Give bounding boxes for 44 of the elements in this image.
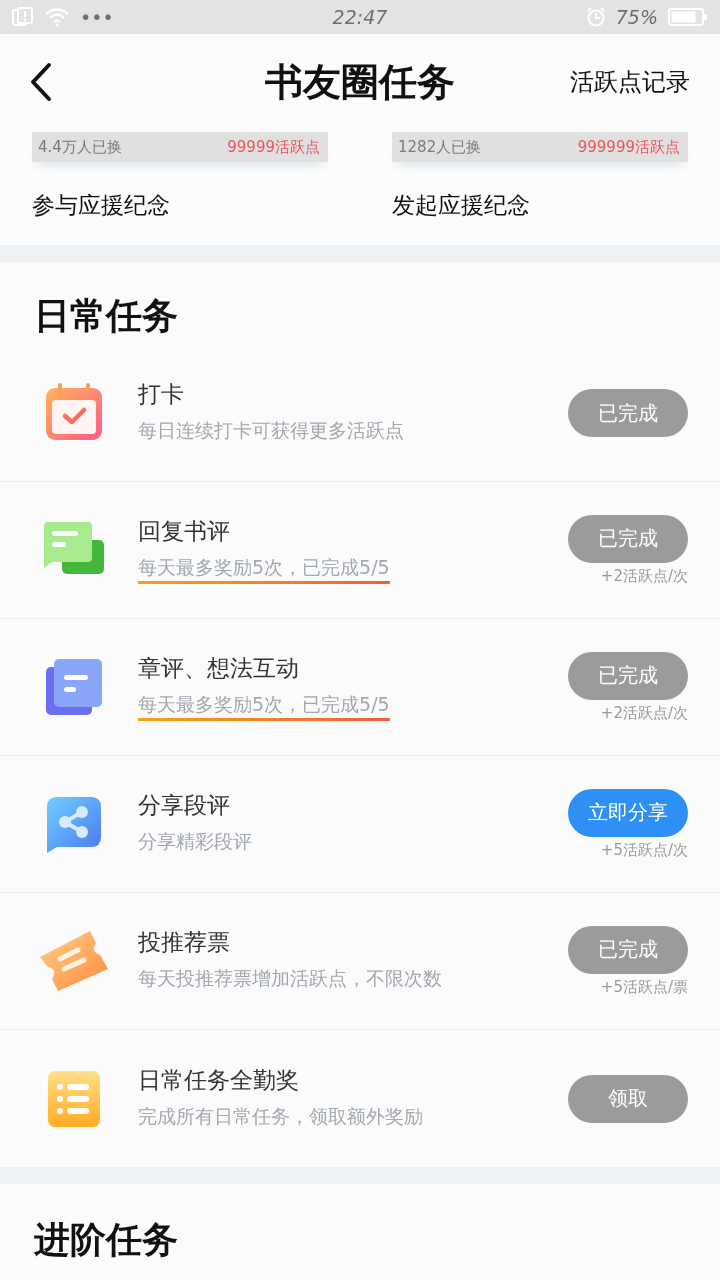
reward-text: +5活跃点/次 xyxy=(600,840,688,860)
task-description: 每日连续打卡可获得更多活跃点 xyxy=(138,418,404,443)
reward-text: +2活跃点/次 xyxy=(600,703,688,723)
task-button[interactable]: 已完成 xyxy=(568,651,688,700)
status-time: 22:47 xyxy=(332,6,388,28)
badge-name[interactable]: 发起应援纪念 xyxy=(392,190,688,221)
list-icon xyxy=(47,1069,101,1128)
activity-record-link[interactable]: 活跃点记录 xyxy=(570,66,690,98)
back-button[interactable] xyxy=(28,62,54,102)
badge-name[interactable]: 参与应援纪念 xyxy=(32,190,328,221)
battery-percent: 75% xyxy=(615,6,658,28)
task-description: 每天最多奖励5次，已完成5/5 xyxy=(138,555,390,584)
task-description: 每天最多奖励5次，已完成5/5 xyxy=(138,692,390,721)
badge-price: 99999活跃点 xyxy=(227,137,320,157)
task-button[interactable]: 已完成 xyxy=(568,514,688,563)
exchange-count: 4.4万人已换 xyxy=(38,137,122,157)
badge-price: 999999活跃点 xyxy=(577,137,680,157)
task-description: 完成所有日常任务，领取额外奖励 xyxy=(138,1103,423,1129)
task-description: 分享精彩段评 xyxy=(138,829,252,854)
alarm-icon xyxy=(585,7,606,27)
task-title: 回复书评 xyxy=(138,517,231,546)
task-button[interactable]: 立即分享 xyxy=(568,788,688,837)
reward-text: +2活跃点/次 xyxy=(600,566,688,586)
task-title: 章评、想法互动 xyxy=(138,654,300,683)
page-title: 书友圈任务 xyxy=(265,57,455,106)
share-icon xyxy=(45,795,103,853)
task-button[interactable]: 已完成 xyxy=(568,925,688,974)
section-title: 进阶任务 xyxy=(32,1217,179,1262)
task-button[interactable]: 领取 xyxy=(568,1074,688,1123)
task-title: 打卡 xyxy=(138,380,185,409)
section-title: 日常任务 xyxy=(33,293,179,338)
task-title: 投推荐票 xyxy=(138,928,231,957)
documents-icon xyxy=(44,657,104,717)
task-button[interactable]: 已完成 xyxy=(568,389,688,437)
status-dots: ••• xyxy=(80,6,114,28)
task-title: 分享段评 xyxy=(138,791,231,820)
reward-text: +5活跃点/票 xyxy=(600,977,688,997)
ticket-icon xyxy=(38,929,110,993)
exchange-count: 1282人已换 xyxy=(398,137,482,157)
wifi-icon xyxy=(44,7,70,27)
task-description: 每天投推荐票增加活跃点，不限次数 xyxy=(138,966,442,991)
task-title: 日常任务全勤奖 xyxy=(138,1065,300,1095)
battery-icon xyxy=(668,7,708,27)
notification-icon xyxy=(12,7,34,27)
